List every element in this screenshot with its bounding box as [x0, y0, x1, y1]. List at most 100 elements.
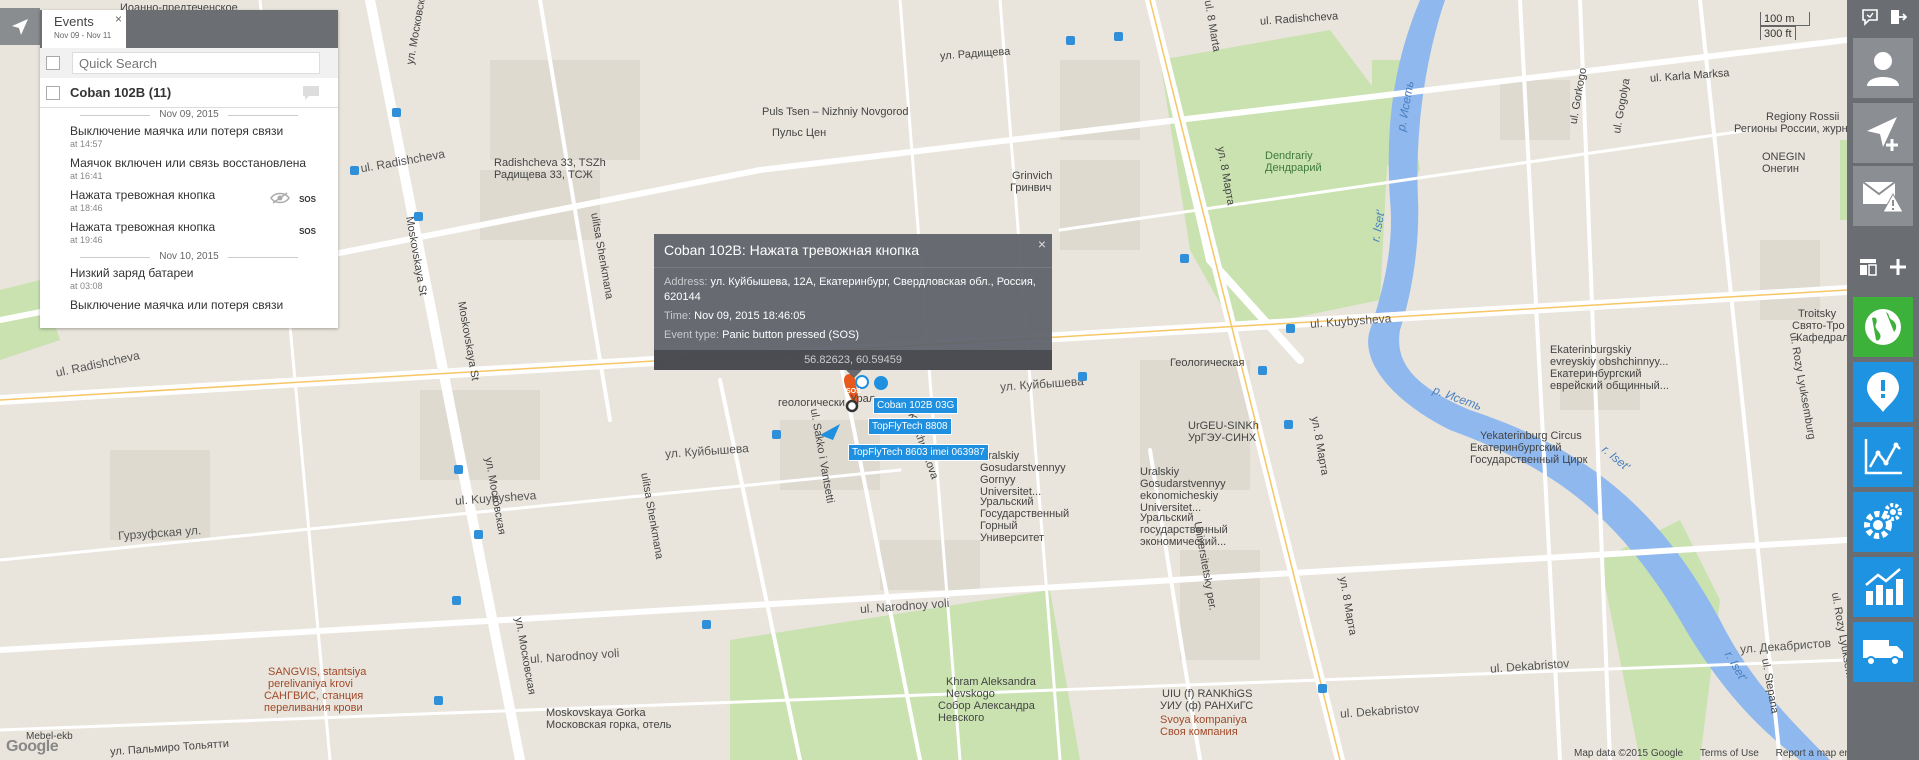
map-label: Moskovskaya Gorka [546, 707, 646, 719]
map-label: Геологическая [1170, 357, 1245, 369]
map-label: Mebel-ekb [26, 731, 73, 742]
map-label: Московская горка, отель [546, 719, 672, 731]
tracks-button[interactable] [1853, 427, 1913, 487]
event-name: Маячок включен или связь восстановлена [70, 156, 307, 170]
feedback-button[interactable] [1859, 6, 1881, 28]
reports-button[interactable] [1853, 557, 1913, 617]
map-label: геологически [778, 397, 845, 409]
popup-pointer [846, 370, 862, 378]
map-label: Свято-Тро [1792, 320, 1845, 332]
map-label: Уральский Государственный Горный Универс… [980, 496, 1070, 544]
group-title: Coban 102B (11) [70, 85, 172, 100]
plus-icon[interactable] [1888, 257, 1908, 277]
bus-stop-icon [1078, 372, 1087, 381]
tracker-label-coban-102b[interactable]: Coban 102B 03G [873, 397, 959, 414]
event-item[interactable]: Выключение маячка или потеря связи [40, 296, 338, 328]
address-value: ул. Куйбышева, 12А, Екатеринбург, Свердл… [664, 276, 1036, 303]
map-label: Svoya kompaniya [1160, 714, 1247, 726]
event-item[interactable]: Низкий заряд батареи at 03:08 [40, 264, 338, 296]
close-icon[interactable]: × [115, 12, 122, 26]
navigation-plus-icon [1867, 117, 1898, 151]
globe-icon [1865, 309, 1901, 345]
group-checkbox[interactable] [46, 85, 60, 100]
event-time: at 14:57 [70, 139, 103, 149]
monitoring-button[interactable] [1853, 297, 1913, 357]
map-label: Радищева 33, ТСЖ [494, 169, 593, 181]
bus-stop-icon [1318, 684, 1327, 693]
event-name: Выключение маячка или потеря связи [70, 124, 284, 138]
type-label: Event type: [664, 329, 720, 341]
time-value: Nov 09, 2015 18:46:05 [694, 310, 806, 322]
event-item[interactable]: Выключение маячка или потеря связи at 14… [40, 122, 338, 154]
popup-body: Address: ул. Куйбышева, 12А, Екатеринбур… [654, 268, 1052, 354]
vehicles-button[interactable] [1853, 622, 1913, 682]
bus-stop-icon [1114, 32, 1123, 41]
close-icon[interactable]: × [1038, 236, 1046, 252]
locate-button[interactable] [0, 8, 40, 45]
right-toolbar [1847, 0, 1919, 760]
map-label: Dendrariy [1265, 150, 1313, 162]
map-label: Екатеринбургский еврейский общинный... [1550, 368, 1669, 392]
bus-stop-icon [350, 166, 359, 175]
feedback-icon [1862, 9, 1878, 26]
logout-button[interactable] [1887, 6, 1909, 28]
popup-time-row: Time: Nov 09, 2015 18:46:05 [664, 309, 1042, 324]
map-label: Uralskiy Gosudarstvennyy Gornyy Universi… [980, 450, 1066, 498]
bus-stop-icon [392, 108, 401, 117]
terms-link[interactable]: Terms of Use [1700, 748, 1759, 759]
map-attribution: Map data ©2015 Google Terms of Use Repor… [1560, 748, 1847, 759]
select-all-checkbox[interactable] [46, 56, 60, 70]
report-error-link[interactable]: Report a map error [1776, 748, 1847, 759]
map-label: Регионы России, журнал [1734, 123, 1847, 135]
bus-stop-icon [702, 620, 711, 629]
event-item[interactable]: Маячок включен или связь восстановлена a… [40, 154, 338, 186]
bus-stop-icon [1258, 366, 1267, 375]
event-item[interactable]: Нажата тревожная кнопка at 18:46 SOS [40, 186, 338, 218]
map-label: UrGEU-SINKh [1188, 420, 1259, 432]
logout-icon [1891, 10, 1907, 24]
event-time: at 18:46 [70, 203, 103, 213]
bus-stop-icon [452, 596, 461, 605]
layout-icon[interactable] [1858, 257, 1878, 277]
bus-stop-icon [1066, 36, 1075, 45]
event-item[interactable]: Нажата тревожная кнопка at 19:46 SOS [40, 218, 338, 250]
map-label: Уральский государственный экономический.… [1140, 512, 1228, 548]
scale-metric: 100 m [1760, 12, 1810, 26]
bus-stop-icon [1284, 420, 1293, 429]
tracker-label-topflytech-8603[interactable]: TopFlyTech 8603 imei 063987 [848, 444, 989, 461]
navigation-arrow-icon [12, 18, 28, 35]
tracker-label-topflytech-8808[interactable]: TopFlyTech 8808 [868, 418, 952, 435]
map-label: SANGVIS, stantsiya perelivaniya krovi [268, 666, 367, 690]
time-label: Time: [664, 310, 692, 322]
truck-icon [1863, 640, 1903, 666]
notifications-button[interactable] [1853, 166, 1913, 226]
map-label: Grinvich [1012, 170, 1053, 182]
map-label: Собор Александра Невского [938, 700, 1035, 724]
map-label: Yekaterinburg Circus [1480, 430, 1582, 442]
map-label: Дендрарий [1265, 162, 1322, 174]
map-label: САНГВИС, станция переливания крови [264, 690, 364, 714]
map-label: Puls Tsen – Nizhniy Novgorod [762, 106, 909, 118]
map-label: Пульс Цен [772, 127, 827, 139]
map-label: УрГЭУ-СИНХ [1188, 432, 1257, 444]
tab-events[interactable]: Events Nov 09 - Nov 11 × [42, 10, 126, 48]
places-button[interactable] [1853, 362, 1913, 422]
map-label: Regiony Rossii [1766, 111, 1840, 123]
settings-button[interactable] [1853, 492, 1913, 552]
map-label: Гринвич [1010, 182, 1052, 194]
search-input[interactable] [72, 52, 320, 74]
sos-badge: SOS [299, 227, 316, 236]
map-label: Онегин [1762, 163, 1799, 175]
events-panel: Events Nov 09 - Nov 11 × Coban 102B (11)… [40, 10, 338, 328]
map-label: УИУ (ф) РАНХиГС [1160, 700, 1254, 712]
group-row[interactable]: Coban 102B (11) [40, 78, 338, 108]
user-icon [1867, 52, 1899, 86]
user-profile-button[interactable] [1853, 38, 1913, 98]
chat-icon[interactable] [302, 85, 320, 101]
add-tracker-button[interactable] [1853, 103, 1913, 163]
bus-stop-icon [1180, 254, 1189, 263]
hide-eye-icon[interactable] [270, 192, 290, 204]
map-label: Своя компания [1160, 726, 1238, 738]
sos-marker-label: SOS [846, 388, 861, 395]
search-row [40, 48, 338, 78]
